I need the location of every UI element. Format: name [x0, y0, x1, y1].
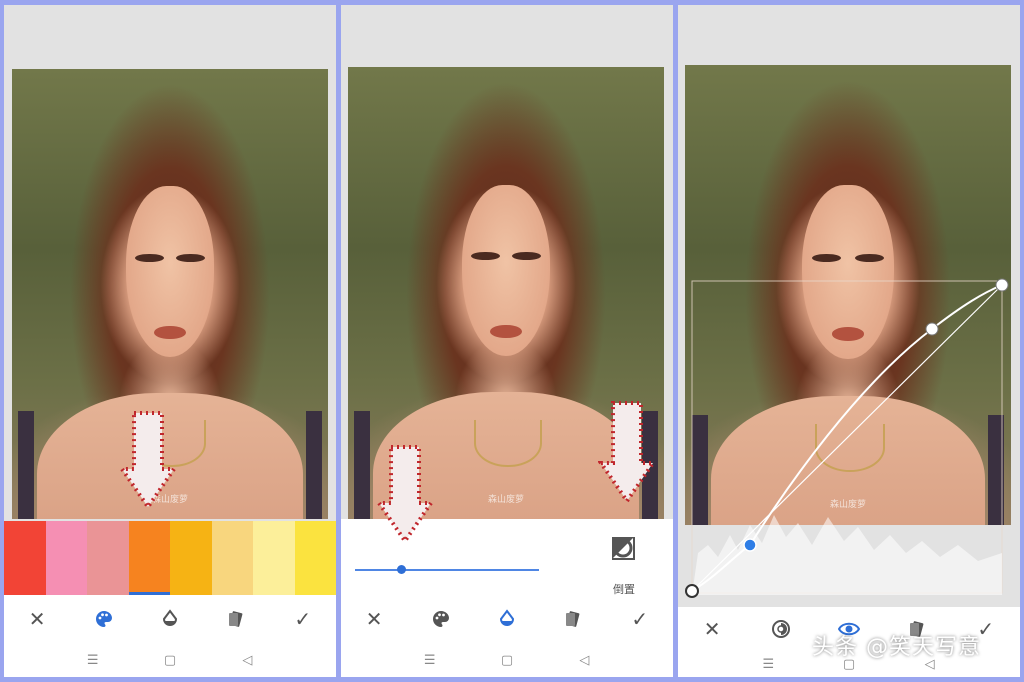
- tone-icon[interactable]: [765, 613, 797, 645]
- back-icon[interactable]: ◁: [574, 653, 594, 668]
- intensity-slider[interactable]: [355, 569, 539, 571]
- color-swatch[interactable]: [170, 521, 212, 595]
- menu-icon[interactable]: ☰: [758, 657, 778, 672]
- down-arrow-annotation: [376, 445, 434, 545]
- check-icon[interactable]: ✓: [624, 603, 656, 635]
- color-swatch[interactable]: [128, 521, 170, 595]
- color-swatch[interactable]: [45, 521, 87, 595]
- close-icon[interactable]: ✕: [696, 613, 728, 645]
- check-icon[interactable]: ✓: [287, 603, 319, 635]
- color-swatch[interactable]: [211, 521, 253, 595]
- slider-thumb[interactable]: [396, 565, 406, 574]
- drop-icon[interactable]: [491, 603, 523, 635]
- curve-point-black: [685, 584, 699, 598]
- drop-icon[interactable]: [154, 603, 186, 635]
- down-arrow-annotation: [120, 411, 176, 511]
- panel-color-swatches: 森山废萝 ✕ ✓ ☰ ▢ ◁: [4, 5, 336, 677]
- back-icon[interactable]: ◁: [237, 653, 257, 668]
- home-icon[interactable]: ▢: [160, 653, 180, 668]
- color-swatch-strip: [4, 521, 336, 595]
- source-caption: 头条 @笑天写意: [812, 635, 981, 660]
- bottom-toolbar: ✕ ✓: [4, 595, 336, 643]
- system-nav-bar: ☰ ▢ ◁: [341, 643, 673, 677]
- curve-point-mid: [925, 322, 939, 336]
- color-swatch[interactable]: [4, 521, 46, 595]
- curves-editor[interactable]: [678, 5, 1020, 607]
- curve-point-white: [995, 278, 1009, 292]
- styles-icon[interactable]: [220, 603, 252, 635]
- curve-point-selected: [743, 538, 757, 552]
- palette-icon[interactable]: [88, 603, 120, 635]
- color-swatch[interactable]: [87, 521, 129, 595]
- down-arrow-annotation: [598, 401, 656, 505]
- color-swatch[interactable]: [294, 521, 336, 595]
- menu-icon[interactable]: ☰: [83, 653, 103, 668]
- system-nav-bar: ☰ ▢ ◁: [4, 643, 336, 677]
- close-icon[interactable]: ✕: [21, 603, 53, 635]
- menu-icon[interactable]: ☰: [420, 653, 440, 668]
- close-icon[interactable]: ✕: [358, 603, 390, 635]
- color-swatch[interactable]: [253, 521, 295, 595]
- panel-curves: 森山废萝 ✕ ✓ ☰ ▢ ◁: [678, 5, 1020, 677]
- palette-icon[interactable]: [425, 603, 457, 635]
- bottom-toolbar: ✕ ✓: [341, 595, 673, 643]
- panel-brightness-slider: 森山废萝 倒置 ✕ ✓ ☰ ▢ ◁: [341, 5, 673, 677]
- home-icon[interactable]: ▢: [497, 653, 517, 668]
- invert-icon[interactable]: [608, 533, 638, 563]
- styles-icon[interactable]: [557, 603, 589, 635]
